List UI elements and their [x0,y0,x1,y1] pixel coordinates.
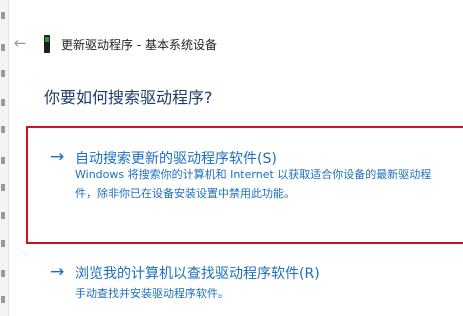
edge-mark [1,44,5,51]
edge-mark [1,240,5,247]
option-title: 浏览我的计算机以查找驱动程序软件(R) [75,266,320,282]
edge-mark [1,12,5,19]
edge-mark [1,296,5,303]
left-window-edge [0,0,9,316]
edge-mark [1,212,5,219]
back-button[interactable]: ← [11,34,29,52]
option-description-line1: Windows 将搜索你的计算机和 Internet 以获取适合你设备的最新驱动… [75,168,432,181]
right-arrow-icon: → [50,262,65,282]
back-arrow-icon: ← [13,34,27,52]
edge-mark [1,99,5,106]
edge-mark [1,157,5,164]
edge-mark [1,184,5,191]
right-arrow-icon: → [50,147,65,167]
option-description-line2: 件，除非你已在设备安装设置中禁用此功能。 [75,187,295,200]
device-icon [44,35,50,53]
option-description: 手动查找并安装驱动程序软件。 [75,287,229,300]
window-title: 更新驱动程序 - 基本系统设备 [61,38,217,52]
page-heading: 你要如何搜索驱动程序? [44,88,213,107]
edge-mark [1,70,5,77]
edge-mark [1,270,5,277]
edge-mark [1,126,5,133]
